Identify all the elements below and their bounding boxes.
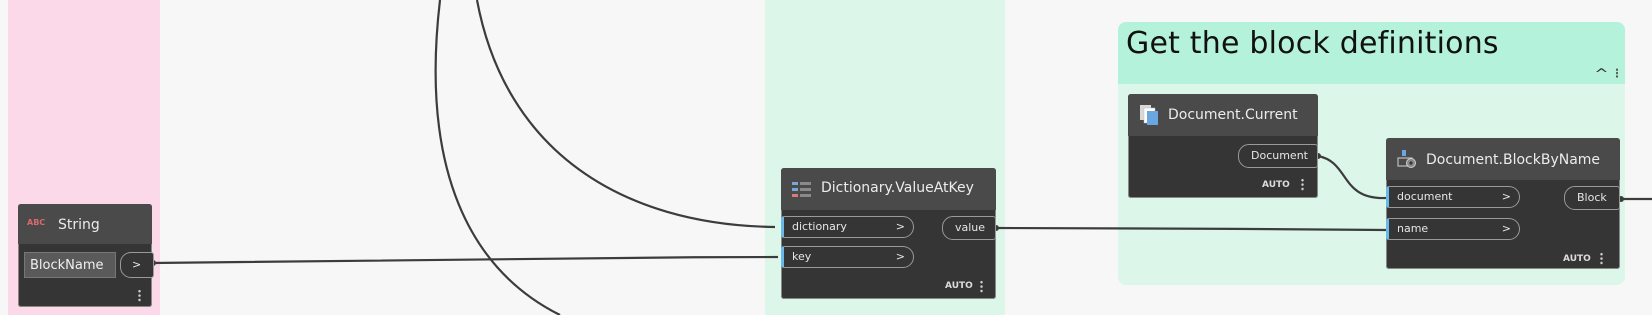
key-input-port[interactable]: key > bbox=[781, 246, 914, 268]
string-value: BlockName bbox=[30, 258, 104, 273]
block-by-name-node[interactable]: Document.BlockByName document > name > B… bbox=[1386, 138, 1620, 269]
block-by-name-header[interactable]: Document.BlockByName bbox=[1386, 138, 1620, 180]
string-node-title: String bbox=[58, 217, 100, 233]
string-output-arrow: > bbox=[132, 258, 142, 271]
wire-string-to-key bbox=[151, 255, 779, 265]
document-input-label: document bbox=[1397, 190, 1453, 203]
dictionary-node-menu-icon[interactable] bbox=[980, 280, 983, 293]
document-current-header[interactable]: Document.Current bbox=[1128, 94, 1318, 136]
group-title: Get the block definitions bbox=[1126, 26, 1499, 61]
document-input-port[interactable]: document > bbox=[1386, 186, 1520, 208]
dictionary-node-title: Dictionary.ValueAtKey bbox=[821, 180, 974, 196]
string-node-menu-icon[interactable] bbox=[138, 289, 141, 302]
name-input-arrow: > bbox=[1501, 222, 1511, 235]
dictionary-input-label: dictionary bbox=[792, 220, 847, 233]
block-by-name-lacing-label: AUTO bbox=[1563, 254, 1591, 264]
name-input-label: name bbox=[1397, 222, 1429, 235]
dictionary-input-port[interactable]: dictionary > bbox=[781, 216, 914, 238]
dictionary-list-icon bbox=[792, 182, 811, 197]
name-input-port[interactable]: name > bbox=[1386, 218, 1520, 240]
document-current-lacing-label: AUTO bbox=[1262, 180, 1290, 190]
value-output-label: value bbox=[955, 221, 986, 234]
wire-top-to-dictionary bbox=[475, 0, 776, 229]
key-input-arrow: > bbox=[895, 250, 905, 263]
document-output-label: Document bbox=[1251, 149, 1308, 162]
string-output-port[interactable]: > bbox=[120, 252, 154, 278]
string-node-header[interactable]: ABC String bbox=[18, 204, 152, 244]
group-header[interactable]: Get the block definitions ^ bbox=[1118, 22, 1625, 84]
document-input-arrow: > bbox=[1501, 190, 1511, 203]
dictionary-value-at-key-node[interactable]: Dictionary.ValueAtKey dictionary > key >… bbox=[781, 168, 996, 299]
dictionary-input-arrow: > bbox=[895, 220, 905, 233]
dictionary-node-header[interactable]: Dictionary.ValueAtKey bbox=[781, 168, 996, 210]
string-value-field[interactable]: BlockName bbox=[24, 252, 116, 278]
document-output-port[interactable]: Document bbox=[1238, 144, 1318, 168]
block-output-label: Block bbox=[1577, 191, 1607, 204]
wire-top-to-offscreen bbox=[434, 0, 561, 315]
block-by-name-menu-icon[interactable] bbox=[1600, 252, 1603, 265]
abc-text-icon: ABC bbox=[27, 218, 46, 227]
value-output-port[interactable]: value bbox=[942, 216, 996, 240]
document-current-node[interactable]: Document.Current Document AUTO bbox=[1128, 94, 1318, 198]
document-current-menu-icon[interactable] bbox=[1301, 178, 1304, 191]
block-output-port[interactable]: Block bbox=[1564, 186, 1620, 210]
group-grip-icon[interactable] bbox=[1615, 68, 1619, 78]
block-by-name-title: Document.BlockByName bbox=[1426, 152, 1601, 168]
collapse-chevron-icon[interactable]: ^ bbox=[1594, 67, 1608, 82]
block-gear-icon bbox=[1397, 150, 1416, 168]
documents-icon bbox=[1140, 105, 1158, 125]
string-node[interactable]: ABC String BlockName > bbox=[18, 204, 154, 307]
dictionary-lacing-label: AUTO bbox=[945, 281, 973, 291]
key-input-label: key bbox=[792, 250, 812, 263]
document-current-title: Document.Current bbox=[1168, 107, 1298, 123]
